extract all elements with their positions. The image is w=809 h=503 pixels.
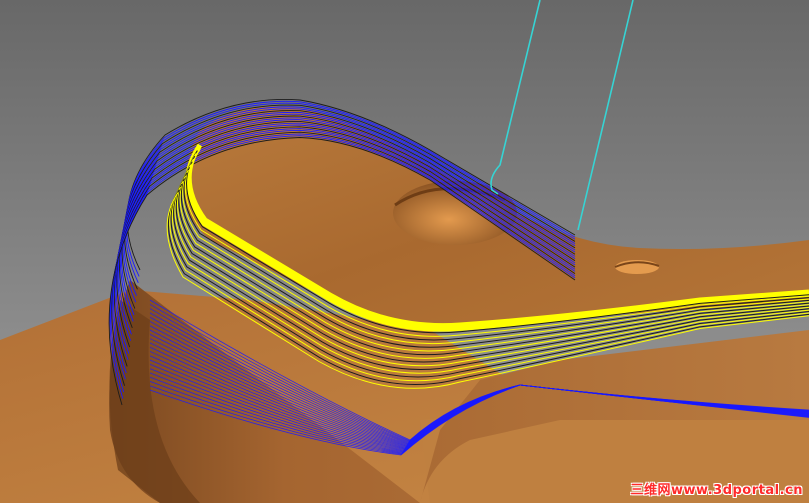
cam-viewport[interactable] — [0, 0, 809, 503]
watermark-text: 三维网www.3dportal.cn — [630, 483, 803, 498]
